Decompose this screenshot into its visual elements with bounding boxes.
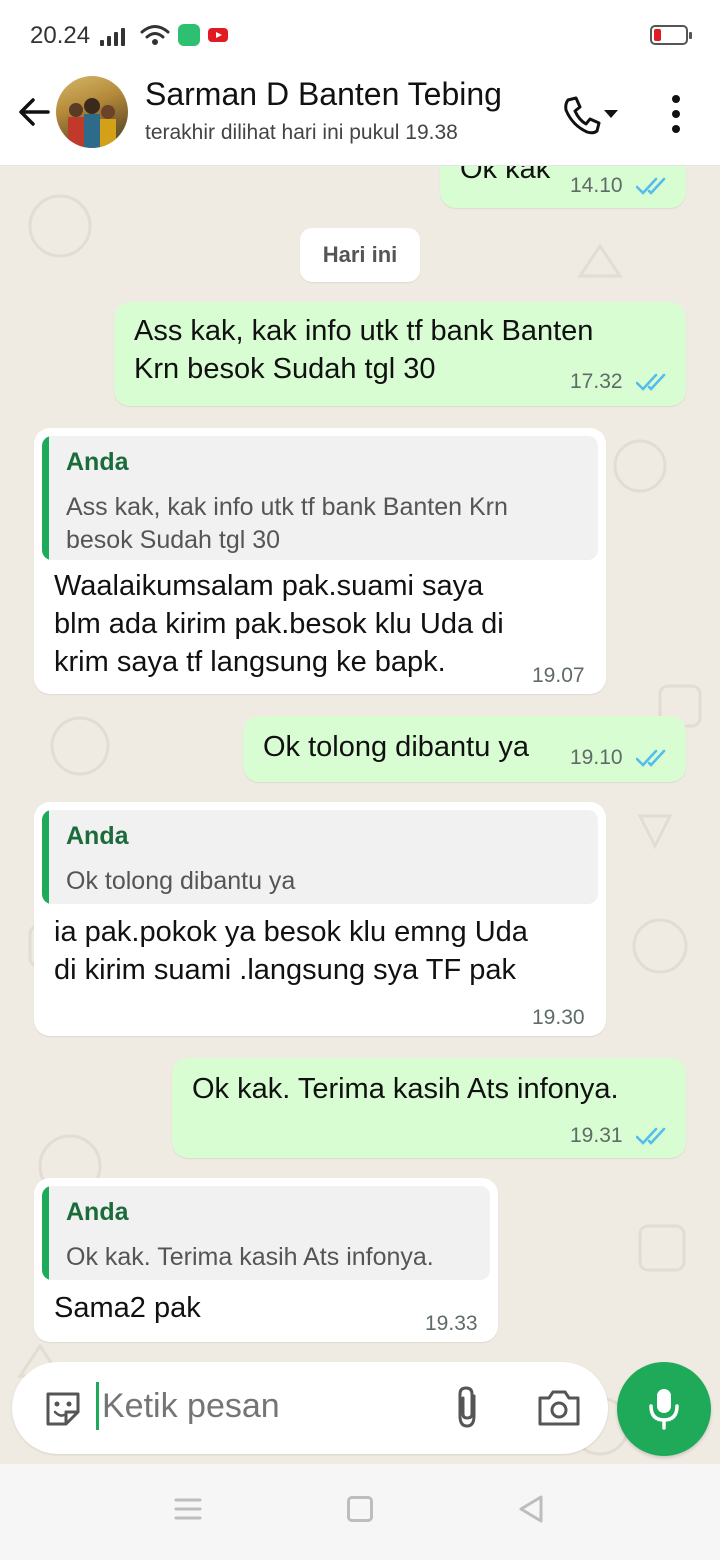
home-icon[interactable] (347, 1496, 373, 1522)
message-bubble-out[interactable]: Ok kak. Terima kasih Ats infonya. 19.31 (172, 1058, 686, 1158)
message-bubble-in[interactable]: Anda Ass kak, kak info utk tf bank Bante… (34, 428, 606, 694)
message-input[interactable] (102, 1387, 422, 1426)
attach-icon[interactable] (450, 1384, 486, 1430)
message-list[interactable]: Ok kak 14.10 Hari ini Ass kak, kak info … (0, 166, 720, 1464)
read-ticks-icon (636, 177, 666, 195)
more-vert-icon[interactable] (660, 92, 692, 136)
text-cursor (96, 1382, 99, 1430)
quote-author: Anda (66, 1198, 129, 1226)
message-bubble-in[interactable]: Anda Ok tolong dibantu ya ia pak.pokok y… (34, 802, 606, 1036)
read-ticks-icon (636, 749, 666, 767)
avatar[interactable] (56, 76, 128, 148)
contact-name[interactable]: Sarman D Banten Tebing (145, 76, 502, 113)
message-text: Ok tolong dibantu ya (263, 731, 530, 763)
system-nav-bar (0, 1464, 720, 1560)
mic-icon (649, 1389, 679, 1430)
battery-low-icon (650, 25, 692, 45)
status-bar: 20.24 (0, 0, 720, 70)
message-text-line: blm ada kirim pak.besok klu Uda di (54, 608, 504, 640)
message-time: 19.10 (570, 746, 623, 769)
message-text-line: ia pak.pokok ya besok klu emng Uda (54, 916, 528, 948)
last-seen-status: terakhir dilihat hari ini pukul 19.38 (145, 121, 458, 144)
read-ticks-icon (636, 1127, 666, 1145)
back-icon[interactable] (517, 1494, 545, 1524)
message-text-line: krim saya tf langsung ke bapk. (54, 646, 446, 678)
message-bubble-out[interactable]: Ok tolong dibantu ya 19.10 (243, 716, 686, 782)
quoted-message[interactable]: Anda Ok kak. Terima kasih Ats infonya. (42, 1186, 490, 1280)
phone-call-icon[interactable] (560, 92, 624, 136)
chat-header: Sarman D Banten Tebing terakhir dilihat … (0, 70, 720, 166)
wifi-icon (140, 25, 170, 45)
message-composer (12, 1362, 608, 1454)
status-time: 20.24 (30, 22, 91, 49)
recents-icon[interactable] (174, 1497, 202, 1521)
app-notification-icon (178, 24, 200, 46)
quote-text-line: Ok tolong dibantu ya (66, 867, 296, 895)
message-time: 19.33 (425, 1312, 478, 1335)
message-time: 14.10 (570, 174, 623, 197)
message-text-line: Krn besok Sudah tgl 30 (134, 353, 436, 385)
mic-button[interactable] (617, 1362, 711, 1456)
sticker-icon[interactable] (42, 1388, 84, 1430)
quoted-message[interactable]: Anda Ok tolong dibantu ya (42, 810, 598, 904)
message-text-line: di kirim suami .langsung sya TF pak (54, 954, 517, 986)
message-text-line: Sama2 pak (54, 1292, 201, 1324)
read-ticks-icon (636, 373, 666, 391)
youtube-icon (208, 28, 228, 42)
message-text: Ok kak (460, 166, 551, 185)
quoted-message[interactable]: Anda Ass kak, kak info utk tf bank Bante… (42, 436, 598, 560)
signal-icon (100, 26, 125, 46)
quote-text-line: Ok kak. Terima kasih Ats infonya. (66, 1243, 434, 1271)
quote-author: Anda (66, 822, 129, 850)
message-text: Ok kak. Terima kasih Ats infonya. (192, 1073, 619, 1105)
message-time: 17.32 (570, 370, 623, 393)
quote-author: Anda (66, 448, 129, 476)
message-bubble-out[interactable]: Ok kak 14.10 (440, 166, 686, 208)
camera-icon[interactable] (536, 1386, 582, 1428)
quote-text-line: Ass kak, kak info utk tf bank Banten Krn (66, 493, 508, 521)
date-divider: Hari ini (300, 228, 420, 282)
message-time: 19.07 (532, 664, 585, 687)
message-text-line: Ass kak, kak info utk tf bank Banten (134, 315, 594, 347)
quote-text-line: besok Sudah tgl 30 (66, 526, 281, 554)
message-time: 19.30 (532, 1006, 585, 1029)
message-text-line: Waalaikumsalam pak.suami saya (54, 570, 484, 602)
message-bubble-out[interactable]: Ass kak, kak info utk tf bank Banten Krn… (114, 302, 686, 406)
message-bubble-in[interactable]: Anda Ok kak. Terima kasih Ats infonya. S… (34, 1178, 498, 1342)
message-time: 19.31 (570, 1124, 623, 1147)
back-arrow-icon[interactable] (14, 92, 54, 132)
